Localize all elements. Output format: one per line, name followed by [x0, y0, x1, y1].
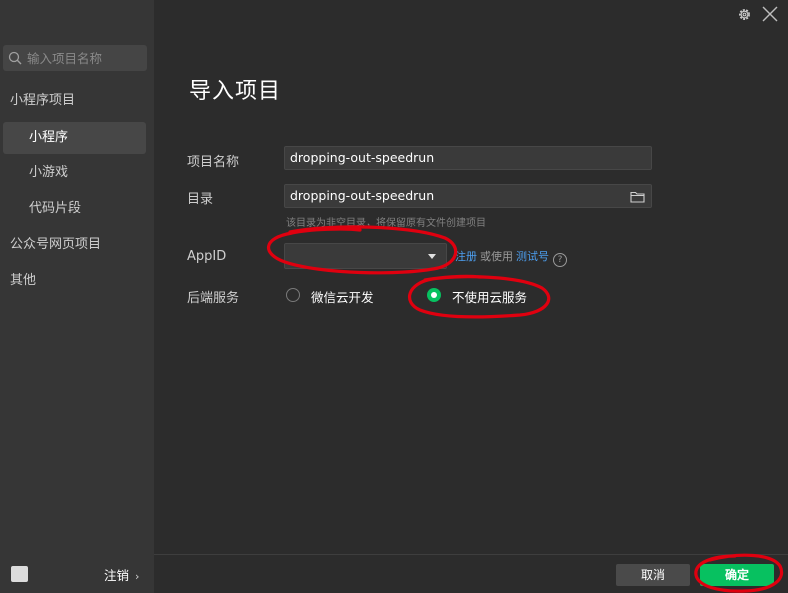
appid-select[interactable]	[284, 243, 447, 269]
avatar[interactable]	[11, 566, 28, 582]
radio-no-cloud[interactable]	[427, 288, 441, 302]
sidebar-item-code-snippet[interactable]: 代码片段	[29, 193, 81, 225]
chevron-right-icon: ›	[135, 570, 140, 583]
search-input[interactable]	[27, 45, 143, 71]
gear-icon[interactable]	[737, 7, 752, 22]
sidebar-item-miniprogram-projects[interactable]: 小程序项目	[10, 85, 75, 117]
sidebar-item-label: 小游戏	[29, 165, 69, 180]
radio-wechat-cloud[interactable]	[286, 288, 300, 302]
sidebar-item-label: 代码片段	[29, 201, 82, 216]
close-icon[interactable]	[761, 5, 779, 23]
sidebar-item-miniprogram[interactable]: 小程序	[3, 122, 146, 154]
import-project-window: 小程序项目 小程序 小游戏 代码片段 公众号网页项目 其他 注销 ›	[0, 0, 788, 593]
backend-service-label: 后端服务	[187, 291, 240, 306]
caret-down-icon	[428, 254, 436, 259]
folder-icon[interactable]	[630, 190, 645, 203]
search-box[interactable]	[3, 45, 147, 71]
cancel-button[interactable]: 取消	[616, 564, 690, 586]
register-link[interactable]: 注册	[455, 250, 477, 263]
appid-links: 注册 或使用 测试号?	[455, 248, 567, 267]
appid-label: AppID	[187, 249, 227, 264]
sidebar-item-minigame[interactable]: 小游戏	[29, 157, 68, 189]
footer-divider	[154, 554, 788, 555]
confirm-button[interactable]: 确定	[700, 564, 774, 586]
sidebar-item-label: 小程序	[29, 130, 69, 145]
search-icon	[8, 51, 22, 65]
radio-no-cloud-label[interactable]: 不使用云服务	[452, 287, 527, 306]
directory-hint: 该目录为非空目录，将保留原有文件创建项目	[286, 218, 486, 229]
radio-wechat-cloud-label[interactable]: 微信云开发	[311, 287, 374, 306]
directory-label: 目录	[187, 192, 214, 207]
project-name-label: 项目名称	[187, 155, 240, 170]
or-use-text: 或使用	[480, 250, 513, 263]
sidebar-item-label: 其他	[10, 273, 37, 288]
sidebar-item-other[interactable]: 其他	[10, 265, 36, 297]
logout-button[interactable]: 注销 ›	[104, 565, 139, 584]
logout-label: 注销	[104, 568, 130, 583]
project-name-field[interactable]: dropping-out-speedrun	[284, 146, 652, 170]
directory-value: dropping-out-speedrun	[290, 188, 435, 203]
sidebar-item-label: 公众号网页项目	[10, 237, 102, 252]
sidebar-item-official-account-web[interactable]: 公众号网页项目	[10, 229, 101, 261]
help-icon[interactable]: ?	[553, 253, 567, 267]
sidebar-footer: 注销 ›	[0, 555, 154, 593]
page-title: 导入项目	[189, 79, 282, 104]
project-name-value: dropping-out-speedrun	[290, 150, 435, 165]
sidebar-item-label: 小程序项目	[10, 93, 76, 108]
directory-field[interactable]: dropping-out-speedrun	[284, 184, 652, 208]
test-account-link[interactable]: 测试号	[516, 250, 549, 263]
sidebar: 小程序项目 小程序 小游戏 代码片段 公众号网页项目 其他 注销 ›	[0, 0, 154, 593]
